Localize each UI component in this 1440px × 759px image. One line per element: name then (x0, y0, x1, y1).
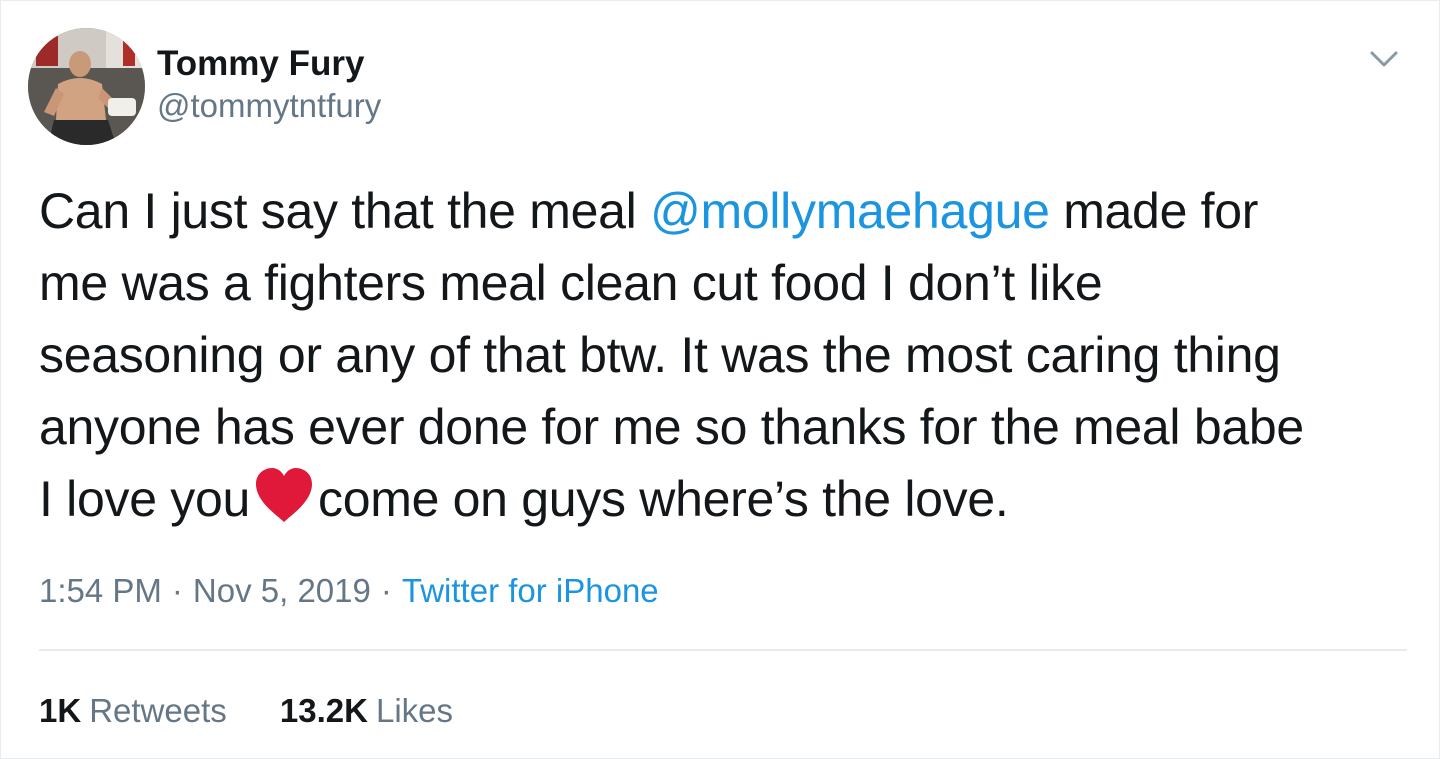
meta-separator: · (171, 572, 183, 609)
likes-stat[interactable]: 13.2K Likes (280, 687, 453, 735)
divider (39, 649, 1407, 651)
tweet-stats: 1K Retweets 13.2K Likes (39, 687, 453, 735)
avatar[interactable] (28, 28, 145, 145)
retweets-stat[interactable]: 1K Retweets (39, 687, 227, 735)
likes-count: 13.2K (279, 692, 368, 729)
tweet-line-4: anyone has ever done for me so thanks fo… (39, 399, 1304, 455)
user-block[interactable]: Tommy Fury @tommytntfury (157, 43, 381, 127)
tweet-text-segment: made for (1049, 183, 1259, 239)
tweet-card: Tommy Fury @tommytntfury Can I just say … (0, 0, 1440, 759)
tweet-text-segment: come on guys where’s the love. (318, 471, 1009, 527)
retweets-count: 1K (39, 692, 82, 729)
likes-label: Likes (375, 692, 454, 729)
heart-emoji-icon (252, 466, 316, 524)
tweet-line-1: Can I just say that the meal @mollymaeha… (39, 175, 1409, 247)
tweet-source-link[interactable]: Twitter for iPhone (402, 572, 659, 609)
tweet-text-segment: Can I just say that the meal (39, 183, 651, 239)
tweet-line-5: I love you come on guys where’s the love. (39, 463, 1409, 535)
tweet-line-3: seasoning or any of that btw. It was the… (39, 327, 1281, 383)
chevron-down-icon[interactable] (1369, 47, 1399, 71)
tweet-date[interactable]: Nov 5, 2019 (193, 572, 371, 609)
tweet-time[interactable]: 1:54 PM (39, 572, 162, 609)
tweet-line-2: me was a fighters meal clean cut food I … (39, 255, 1103, 311)
display-name[interactable]: Tommy Fury (157, 43, 381, 85)
retweets-label: Retweets (89, 692, 227, 729)
user-handle[interactable]: @tommytntfury (157, 85, 381, 127)
avatar-photo (28, 28, 145, 145)
tweet-text-segment: I love you (39, 471, 251, 527)
tweet-text: Can I just say that the meal @mollymaeha… (39, 175, 1409, 535)
tweet-meta: 1:54 PM · Nov 5, 2019 · Twitter for iPhone (39, 567, 659, 615)
mention-link[interactable]: @mollymaehague (650, 183, 1050, 239)
meta-separator: · (380, 572, 392, 609)
